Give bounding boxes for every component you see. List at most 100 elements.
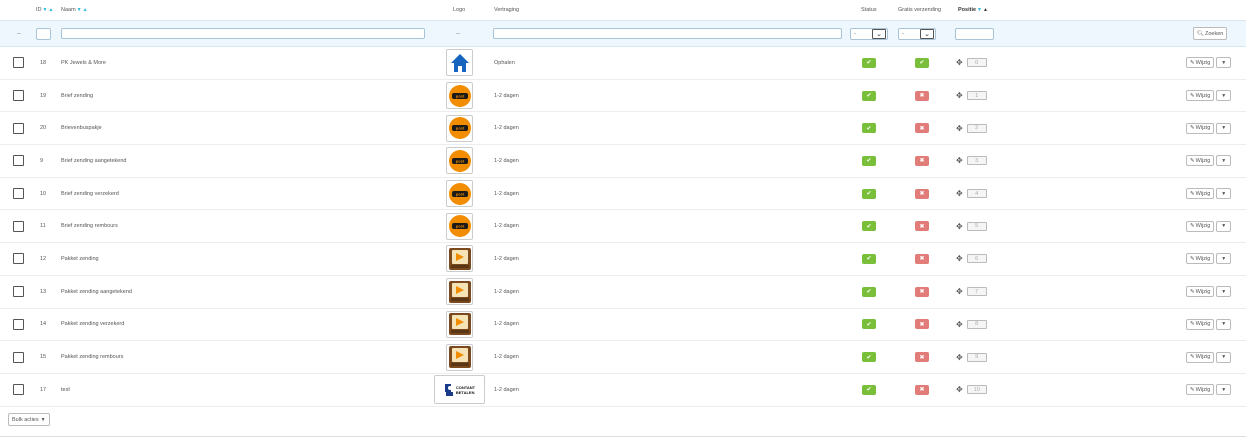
- drag-handle-icon[interactable]: ✥: [956, 91, 963, 100]
- row-checkbox[interactable]: [13, 122, 24, 134]
- edit-button[interactable]: ✎ Wijzig: [1186, 318, 1215, 330]
- row-free-badge[interactable]: ✖: [915, 188, 929, 199]
- row-status-badge[interactable]: ✔: [862, 221, 876, 232]
- table-row[interactable]: 17 test CONTANT BETALEN 1-2 dagen ✔ ✖ ✥ 1…: [0, 374, 1246, 407]
- table-row[interactable]: 11 Brief zending rembours post 1-2 dagen…: [0, 210, 1246, 244]
- drag-handle-icon[interactable]: ✥: [956, 254, 963, 263]
- drag-handle-icon[interactable]: ✥: [956, 124, 963, 133]
- row-free-badge[interactable]: ✖: [915, 352, 929, 363]
- check-icon: ✔: [866, 125, 872, 132]
- edit-button[interactable]: ✎ Wijzig: [1186, 90, 1215, 102]
- row-checkbox[interactable]: [13, 90, 24, 102]
- filter-vertraging-input[interactable]: [493, 28, 842, 39]
- row-checkbox[interactable]: [13, 57, 24, 69]
- drag-handle-icon[interactable]: ✥: [956, 58, 963, 67]
- row-free-badge[interactable]: ✖: [915, 221, 929, 232]
- drag-handle-icon[interactable]: ✥: [956, 385, 963, 394]
- row-free-badge[interactable]: ✔: [915, 57, 929, 68]
- edit-button[interactable]: ✎ Wijzig: [1186, 351, 1215, 363]
- caret-down-icon: ▼: [1221, 354, 1227, 361]
- pencil-icon: ✎: [1190, 59, 1195, 66]
- table-row[interactable]: 9 Brief zending aangetekend post 1-2 dag…: [0, 145, 1246, 178]
- row-free-badge[interactable]: ✖: [915, 384, 929, 395]
- table-row[interactable]: 20 Brievenbuspakje post 1-2 dagen ✔ ✖ ✥ …: [0, 112, 1246, 146]
- sort-desc-icon[interactable]: ▼: [43, 7, 48, 13]
- edit-button[interactable]: ✎ Wijzig: [1186, 188, 1215, 200]
- row-actions-dropdown[interactable]: ▼: [1216, 90, 1232, 102]
- row-actions-dropdown[interactable]: ▼: [1216, 384, 1232, 396]
- sort-asc-icon[interactable]: ▲: [48, 7, 53, 13]
- filter-id-input[interactable]: [36, 27, 51, 40]
- row-checkbox[interactable]: [13, 286, 24, 298]
- drag-handle-icon[interactable]: ✥: [956, 222, 963, 231]
- table-row[interactable]: 10 Brief zending verzekerd post 1-2 dage…: [0, 178, 1246, 211]
- search-button[interactable]: 🔍︎ Zoeken: [1193, 27, 1228, 40]
- row-status-badge[interactable]: ✔: [862, 90, 876, 101]
- row-actions-dropdown[interactable]: ▼: [1216, 253, 1232, 265]
- row-actions-dropdown[interactable]: ▼: [1216, 351, 1232, 363]
- cross-icon: ✖: [919, 321, 925, 328]
- drag-handle-icon[interactable]: ✥: [956, 320, 963, 329]
- header-id[interactable]: ID ▼ ▲: [36, 0, 53, 20]
- filter-gratis-select[interactable]: - ⌄: [898, 27, 936, 40]
- sort-desc-icon[interactable]: ▼: [977, 7, 982, 13]
- filter-positie-input[interactable]: [955, 27, 994, 40]
- drag-handle-icon[interactable]: ✥: [956, 156, 963, 165]
- row-actions-dropdown[interactable]: ▼: [1216, 57, 1232, 69]
- table-row[interactable]: 13 Pakket zending aangetekend 1-2 dagen …: [0, 276, 1246, 309]
- drag-handle-icon[interactable]: ✥: [956, 353, 963, 362]
- table-row[interactable]: 19 Brief zending post 1-2 dagen ✔ ✖ ✥ 1 …: [0, 80, 1246, 113]
- row-actions-dropdown[interactable]: ▼: [1216, 318, 1232, 330]
- sort-desc-icon[interactable]: ▼: [77, 7, 82, 13]
- row-free-badge[interactable]: ✖: [915, 123, 929, 134]
- row-actions-dropdown[interactable]: ▼: [1216, 220, 1232, 232]
- row-status-badge[interactable]: ✔: [862, 253, 876, 264]
- row-checkbox[interactable]: [13, 318, 24, 330]
- edit-button[interactable]: ✎ Wijzig: [1186, 286, 1215, 298]
- row-status-badge[interactable]: ✔: [862, 57, 876, 68]
- row-actions-dropdown[interactable]: ▼: [1216, 155, 1232, 167]
- row-free-badge[interactable]: ✖: [915, 319, 929, 330]
- table-row[interactable]: 14 Pakket zending verzekerd 1-2 dagen ✔ …: [0, 309, 1246, 342]
- drag-handle-icon[interactable]: ✥: [956, 189, 963, 198]
- row-free-badge[interactable]: ✖: [915, 253, 929, 264]
- row-status-badge[interactable]: ✔: [862, 384, 876, 395]
- filter-naam-input[interactable]: [61, 28, 425, 39]
- row-status-badge[interactable]: ✔: [862, 319, 876, 330]
- row-checkbox[interactable]: [13, 188, 24, 200]
- row-free-badge[interactable]: ✖: [915, 286, 929, 297]
- row-status-badge[interactable]: ✔: [862, 188, 876, 199]
- row-status-badge[interactable]: ✔: [862, 286, 876, 297]
- row-name: Brief zending rembours: [61, 223, 118, 230]
- row-status-badge[interactable]: ✔: [862, 352, 876, 363]
- row-checkbox[interactable]: [13, 384, 24, 396]
- header-naam[interactable]: Naam ▼ ▲: [61, 0, 88, 20]
- row-actions-dropdown[interactable]: ▼: [1216, 122, 1232, 134]
- row-actions-dropdown[interactable]: ▼: [1216, 286, 1232, 298]
- row-checkbox[interactable]: [13, 253, 24, 265]
- row-status-badge[interactable]: ✔: [862, 123, 876, 134]
- header-positie[interactable]: Positie ▼ ▲: [958, 0, 988, 20]
- edit-button[interactable]: ✎ Wijzig: [1186, 220, 1215, 232]
- row-checkbox[interactable]: [13, 220, 24, 232]
- filter-status-select[interactable]: - ⌄: [850, 27, 888, 40]
- edit-button[interactable]: ✎ Wijzig: [1186, 122, 1215, 134]
- footer-divider: [0, 436, 1246, 437]
- row-checkbox[interactable]: [13, 155, 24, 167]
- row-free-badge[interactable]: ✖: [915, 90, 929, 101]
- row-free-badge[interactable]: ✖: [915, 155, 929, 166]
- edit-button[interactable]: ✎ Wijzig: [1186, 155, 1215, 167]
- bulk-actions-button[interactable]: Bulk acties ▼: [8, 413, 50, 426]
- row-actions-dropdown[interactable]: ▼: [1216, 188, 1232, 200]
- edit-button[interactable]: ✎ Wijzig: [1186, 57, 1215, 69]
- edit-button[interactable]: ✎ Wijzig: [1186, 253, 1215, 265]
- sort-asc-icon[interactable]: ▲: [83, 7, 88, 13]
- table-row[interactable]: 12 Pakket zending 1-2 dagen ✔ ✖ ✥ 6 ✎ Wi…: [0, 243, 1246, 276]
- row-checkbox[interactable]: [13, 351, 24, 363]
- sort-asc-icon[interactable]: ▲: [983, 7, 988, 13]
- table-row[interactable]: 15 Pakket zending rembours 1-2 dagen ✔ ✖…: [0, 341, 1246, 374]
- table-row[interactable]: 18 PK Jewels & More Ophalen ✔ ✔ ✥ 0 ✎ Wi…: [0, 47, 1246, 80]
- row-status-badge[interactable]: ✔: [862, 155, 876, 166]
- drag-handle-icon[interactable]: ✥: [956, 287, 963, 296]
- edit-button[interactable]: ✎ Wijzig: [1186, 384, 1215, 396]
